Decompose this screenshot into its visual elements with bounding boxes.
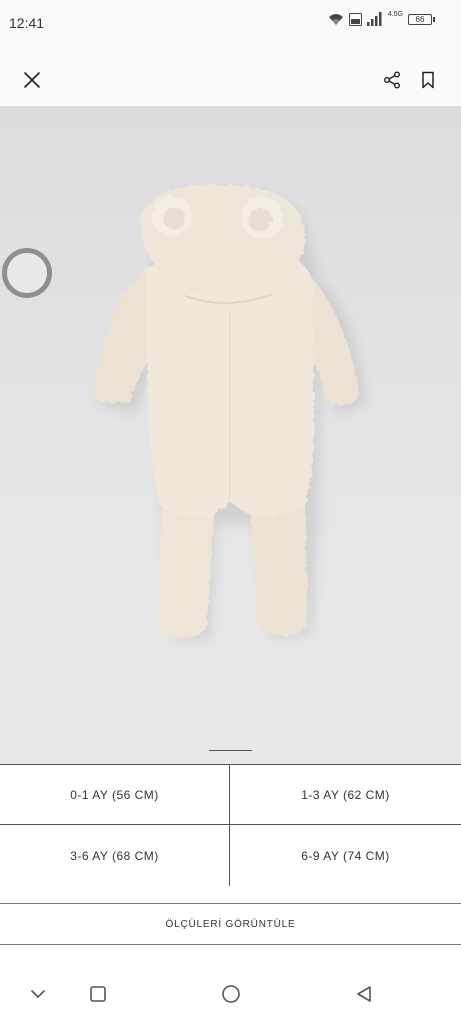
bookmark-icon <box>422 71 434 89</box>
wifi-icon <box>328 13 343 25</box>
nav-recents-button[interactable] <box>84 980 112 1008</box>
battery-level: 66 <box>408 13 432 25</box>
nav-home-button[interactable] <box>217 980 245 1008</box>
size-option[interactable]: 1-3 AY (62 CM) <box>230 765 461 825</box>
nav-collapse-button[interactable] <box>24 980 52 1008</box>
size-option[interactable]: 6-9 AY (74 CM) <box>230 825 461 886</box>
product-top-bar <box>0 46 461 106</box>
size-guide-button[interactable]: ÖLÇÜLERİ GÖRÜNTÜLE <box>0 903 461 945</box>
size-selector: 0-1 AY (56 CM) 1-3 AY (62 CM) 3-6 AY (68… <box>0 764 461 886</box>
floating-assistive-button[interactable] <box>2 248 52 298</box>
size-option[interactable]: 0-1 AY (56 CM) <box>0 765 230 825</box>
signal-icon <box>366 12 382 26</box>
share-icon <box>384 71 400 89</box>
status-icons: 4.5G 66 <box>328 10 435 26</box>
chevron-down-icon <box>31 990 45 999</box>
bookmark-button[interactable] <box>412 64 444 96</box>
image-page-indicator <box>209 750 252 751</box>
size-option[interactable]: 3-6 AY (68 CM) <box>0 825 230 886</box>
network-type-label: 4.5G <box>387 10 403 18</box>
status-bar: 12:41 4.5G 66 <box>0 0 461 46</box>
back-icon <box>357 986 371 1002</box>
bear-romper-image <box>92 184 366 639</box>
close-button[interactable] <box>16 64 48 96</box>
nav-back-button[interactable] <box>350 980 378 1008</box>
product-image[interactable] <box>0 106 461 764</box>
system-nav-bar <box>0 960 461 1024</box>
home-icon <box>222 985 240 1003</box>
status-time: 12:41 <box>9 15 45 31</box>
battery-icon: 66 <box>408 13 435 25</box>
share-button[interactable] <box>376 64 408 96</box>
volte-icon <box>348 12 362 26</box>
close-icon <box>24 72 40 88</box>
recents-icon <box>90 986 106 1002</box>
